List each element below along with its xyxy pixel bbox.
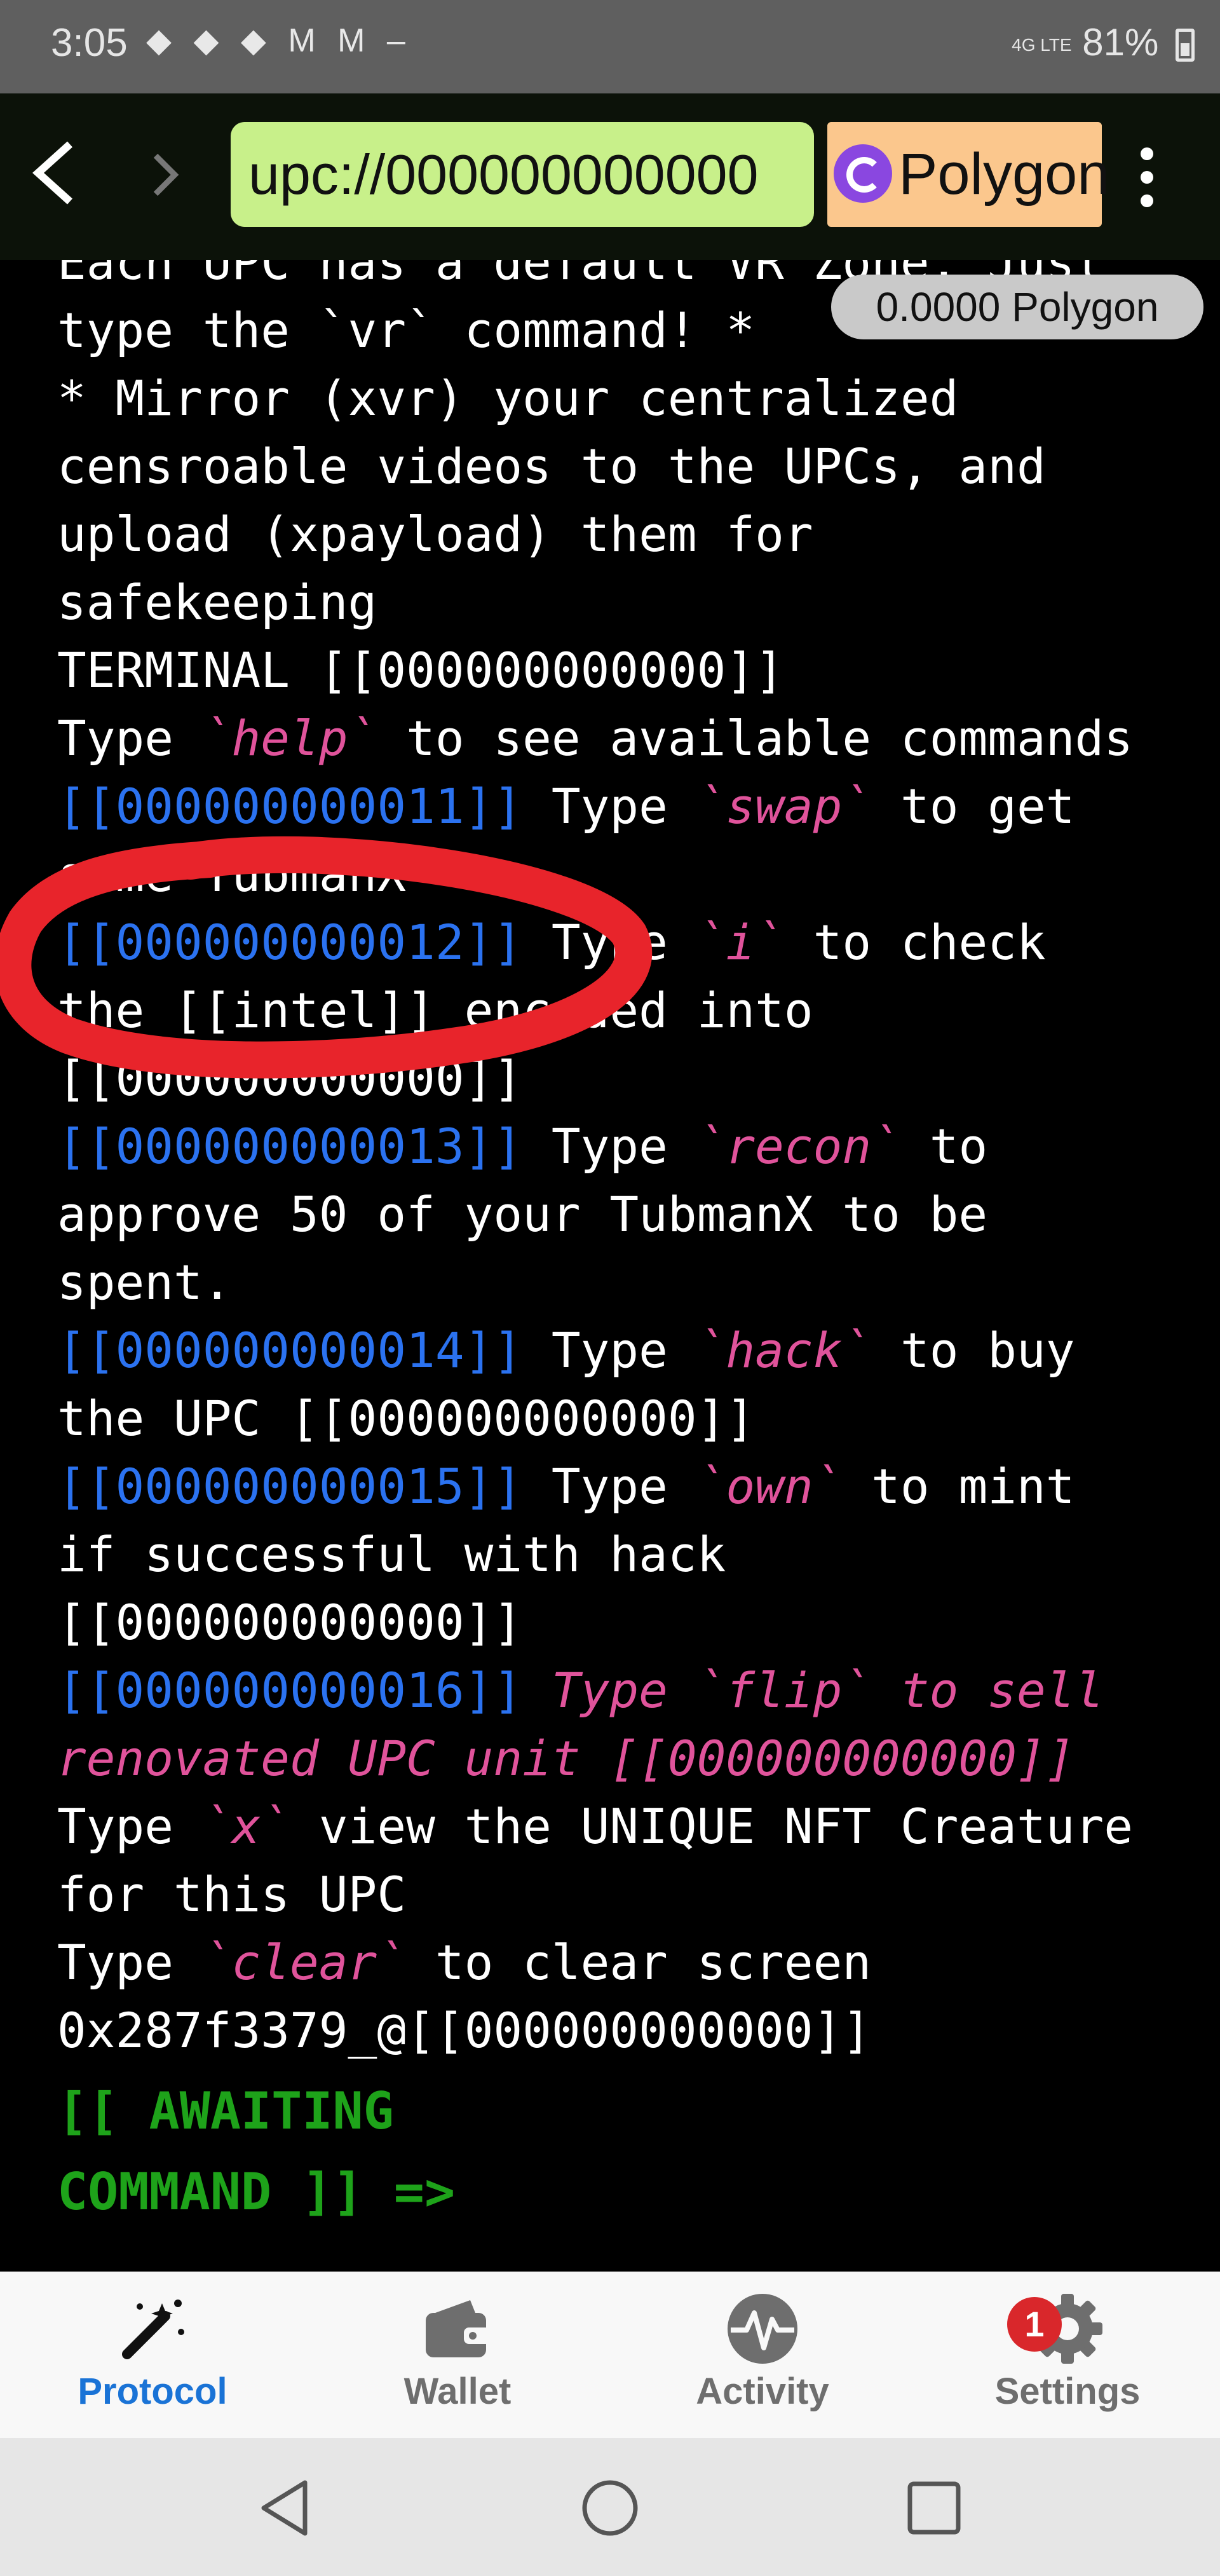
terminal-line: spent. [57, 1254, 232, 1311]
status-time: 3:05 [51, 21, 128, 65]
hack-command[interactable]: `hack` [697, 1322, 872, 1379]
terminal-line: approve 50 of your TubmanX to be [57, 1186, 988, 1243]
step-ref-link[interactable]: [[000000000011]] [57, 778, 522, 835]
terminal-line: some TubmanX [57, 846, 407, 903]
tab-label: Wallet [403, 2371, 512, 2412]
terminal-line: TERMINAL [[000000000000]] [57, 642, 784, 699]
terminal-line: the [[intel]] encoded into [57, 982, 813, 1039]
step-line: [[000000000012]] Type `i` to check [57, 914, 1046, 971]
x-line: Type `x` view the UNIQUE NFT Creature [57, 1798, 1133, 1855]
tab-label: Protocol [78, 2371, 227, 2412]
terminal-output: Each UPC has a default VR Zone. Just typ… [57, 260, 1195, 2272]
polygon-logo-icon [834, 144, 892, 203]
status-bar: 3:05 ◆ ◆ ◆ M M – 4G LTE 81% [0, 0, 1220, 93]
step-ref-link[interactable]: [[000000000016]] [57, 1662, 522, 1719]
browser-toolbar: upc://000000000000 Polygon [0, 93, 1220, 260]
flip-command[interactable]: Type `flip` to sell [522, 1662, 1104, 1719]
system-recents-icon[interactable] [902, 2476, 966, 2540]
terminal-line: safekeeping [57, 574, 377, 630]
tab-wallet[interactable]: Wallet [305, 2272, 610, 2438]
back-button[interactable] [25, 132, 83, 223]
clear-line: Type `clear` to clear screen [57, 1934, 872, 1991]
prompt-line: [[ AWAITING [57, 2082, 394, 2141]
step-ref-link[interactable]: [[000000000015]] [57, 1458, 522, 1515]
terminal-line: renovated UPC unit [[000000000000]] [57, 1730, 1075, 1787]
own-command[interactable]: `own` [697, 1458, 843, 1515]
step-ref-link[interactable]: [[000000000014]] [57, 1322, 522, 1379]
address-bar[interactable]: upc://000000000000 [231, 122, 814, 227]
wallet-address: 0x287f3379_@[[000000000000]] [57, 2002, 872, 2059]
step-line: [[000000000011]] Type `swap` to get [57, 778, 1075, 835]
tab-activity[interactable]: Activity [610, 2272, 915, 2438]
help-command[interactable]: `help` [203, 710, 377, 767]
clear-command[interactable]: `clear` [203, 1934, 406, 1991]
step-ref-link[interactable]: [[000000000012]] [57, 914, 522, 971]
step-line: [[000000000014]] Type `hack` to buy [57, 1322, 1075, 1379]
forward-button[interactable] [146, 141, 184, 224]
terminal-line: [[000000000000]] [57, 1594, 523, 1651]
notification-badge: 1 [1007, 2297, 1062, 2352]
tab-label: Activity [696, 2371, 829, 2412]
step-line: [[000000000015]] Type `own` to mint [57, 1458, 1075, 1515]
magic-wand-icon [122, 2300, 184, 2359]
terminal-line: the UPC [[000000000000]] [57, 1390, 756, 1447]
help-line: Type `help` to see available commands [57, 710, 1133, 767]
balance-badge: 0.0000 Polygon [831, 275, 1203, 339]
terminal-line: if successful with hack [57, 1526, 726, 1583]
terminal-line: censroable videos to the UPCs, and [57, 438, 1046, 494]
system-home-icon[interactable] [578, 2476, 642, 2540]
terminal-line: for this UPC [57, 1866, 407, 1923]
recon-command[interactable]: `recon` [697, 1118, 900, 1175]
step-ref-link[interactable]: [[000000000013]] [57, 1118, 522, 1175]
bottom-tab-bar: Protocol Wallet Activity Settings 1 [0, 2272, 1220, 2438]
chevron-right-icon [153, 153, 179, 196]
tab-label: Settings [994, 2371, 1141, 2412]
swap-command[interactable]: `swap` [697, 778, 872, 835]
tab-protocol[interactable]: Protocol [0, 2272, 305, 2438]
status-right: 4G LTE 81% [1012, 20, 1195, 64]
terminal-line: * Mirror (xvr) your centralized [57, 370, 959, 426]
more-menu-icon[interactable] [1141, 147, 1153, 218]
signal-icon: 4G LTE [1012, 35, 1072, 55]
chevron-left-icon [32, 141, 73, 205]
step-line: [[000000000013]] Type `recon` to [57, 1118, 988, 1175]
x-command[interactable]: `x` [203, 1798, 290, 1855]
notification-icons: ◆ ◆ ◆ M M – [146, 22, 412, 59]
network-selector[interactable]: Polygon [827, 122, 1109, 227]
terminal-line: upload (xpayload) them for [57, 506, 813, 562]
wallet-icon [426, 2300, 491, 2357]
system-back-icon[interactable] [254, 2476, 318, 2540]
battery-icon [1176, 29, 1195, 62]
system-navigation-bar [0, 2438, 1220, 2576]
step-line: [[000000000016]] Type `flip` to sell [57, 1656, 1195, 1724]
network-name: Polygon [898, 142, 1110, 207]
activity-icon [728, 2294, 797, 2364]
command-prompt[interactable]: COMMAND ]] => [57, 2151, 1195, 2232]
battery-level: 81% [1082, 21, 1159, 64]
tab-settings[interactable]: Settings [915, 2272, 1220, 2438]
terminal-line: [[000000000000]] [57, 1050, 523, 1107]
intel-command[interactable]: `i` [697, 914, 784, 971]
